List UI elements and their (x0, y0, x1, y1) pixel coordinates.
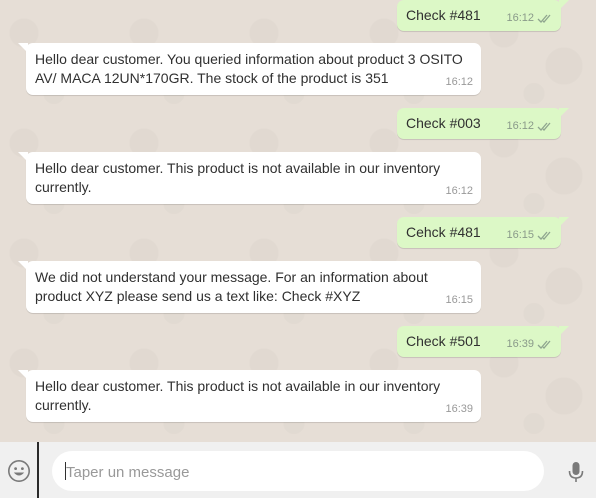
message-meta: 16:12 (506, 9, 553, 28)
incoming-message[interactable]: Hello dear customer. You queried informa… (18, 43, 481, 95)
incoming-message[interactable]: Hello dear customer. This product is not… (18, 370, 481, 422)
message-time: 16:12 (445, 185, 473, 197)
message-time: 16:12 (506, 12, 534, 24)
incoming-message[interactable]: We did not understand your message. For … (18, 261, 481, 313)
text-caret (65, 462, 66, 480)
chat-panel[interactable]: Check #481 16:12 Hello dear customer. Yo… (0, 0, 596, 442)
outgoing-message[interactable]: Check #481 16:12 (397, 0, 569, 31)
outgoing-message[interactable]: Check #501 16:39 (397, 326, 569, 357)
message-composer (0, 442, 596, 498)
incoming-message[interactable]: Hello dear customer. This product is not… (18, 152, 481, 204)
message-time: 16:39 (506, 338, 534, 350)
message-text: We did not understand your message. For … (35, 269, 428, 304)
message-meta: 16:39 (506, 335, 553, 354)
message-text: Hello dear customer. This product is not… (35, 378, 441, 413)
message-meta: 16:12 (445, 182, 473, 201)
double-check-icon (537, 121, 553, 132)
message-meta: 16:12 (445, 73, 473, 92)
message-time: 16:15 (445, 294, 473, 306)
message-input[interactable] (64, 451, 536, 493)
outgoing-message[interactable]: Check #003 16:12 (397, 108, 569, 139)
message-time: 16:39 (445, 403, 473, 415)
message-meta: 16:15 (506, 226, 553, 245)
double-check-icon (537, 13, 553, 24)
message-input-box[interactable] (52, 451, 544, 493)
outgoing-message[interactable]: Cehck #481 16:15 (397, 217, 569, 248)
message-time: 16:12 (506, 120, 534, 132)
microphone-icon[interactable] (566, 460, 586, 484)
message-meta: 16:39 (445, 400, 473, 419)
emoji-smiley-icon[interactable] (7, 459, 31, 483)
double-check-icon (537, 339, 553, 350)
message-time: 16:12 (445, 76, 473, 88)
double-check-icon (537, 230, 553, 241)
message-meta: 16:15 (445, 291, 473, 310)
message-text: Hello dear customer. This product is not… (35, 160, 441, 195)
divider (37, 442, 39, 498)
message-time: 16:15 (506, 229, 534, 241)
message-meta: 16:12 (506, 117, 553, 136)
message-text: Hello dear customer. You queried informa… (35, 51, 463, 86)
